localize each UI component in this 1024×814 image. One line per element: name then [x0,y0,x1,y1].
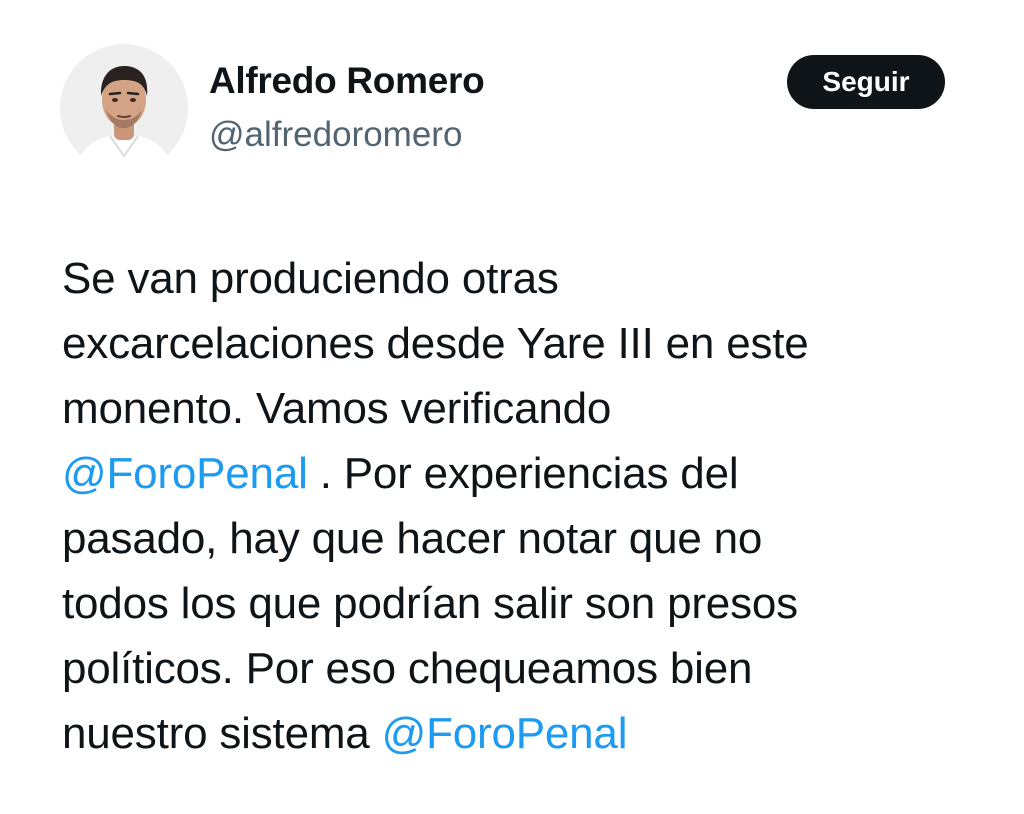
tweet-line: nuestro sistema @ForoPenal [62,701,962,766]
tweet-line: Se van produciendo otras [62,254,559,303]
tweet-line: @ForoPenal . Por experiencias del [62,441,962,506]
tweet-line: monento. Vamos verificando [62,384,612,433]
tweet-card: Alfredo Romero @alfredoromero Seguir Se … [0,0,1024,814]
avatar[interactable] [60,44,188,172]
tweet-text-segment: nuestro sistema [62,709,382,758]
mention-link-foropenal[interactable]: @ForoPenal [382,709,628,758]
tweet-text-segment: . Por experiencias del [307,449,739,498]
tweet-text: Se van produciendo otras excarcelaciones… [62,246,962,766]
tweet-line: pasado, hay que hacer notar que no [62,514,763,563]
mention-link-foropenal[interactable]: @ForoPenal [62,449,308,498]
tweet-line: todos los que podrían salir son presos [62,579,798,628]
author-handle[interactable]: @alfredoromero [209,115,462,155]
profile-photo-icon [60,44,188,172]
tweet-line: políticos. Por eso chequeamos bien [62,644,753,693]
follow-button[interactable]: Seguir [787,55,945,109]
tweet-line: excarcelaciones desde Yare III en este [62,319,809,368]
author-display-name[interactable]: Alfredo Romero [209,60,485,102]
